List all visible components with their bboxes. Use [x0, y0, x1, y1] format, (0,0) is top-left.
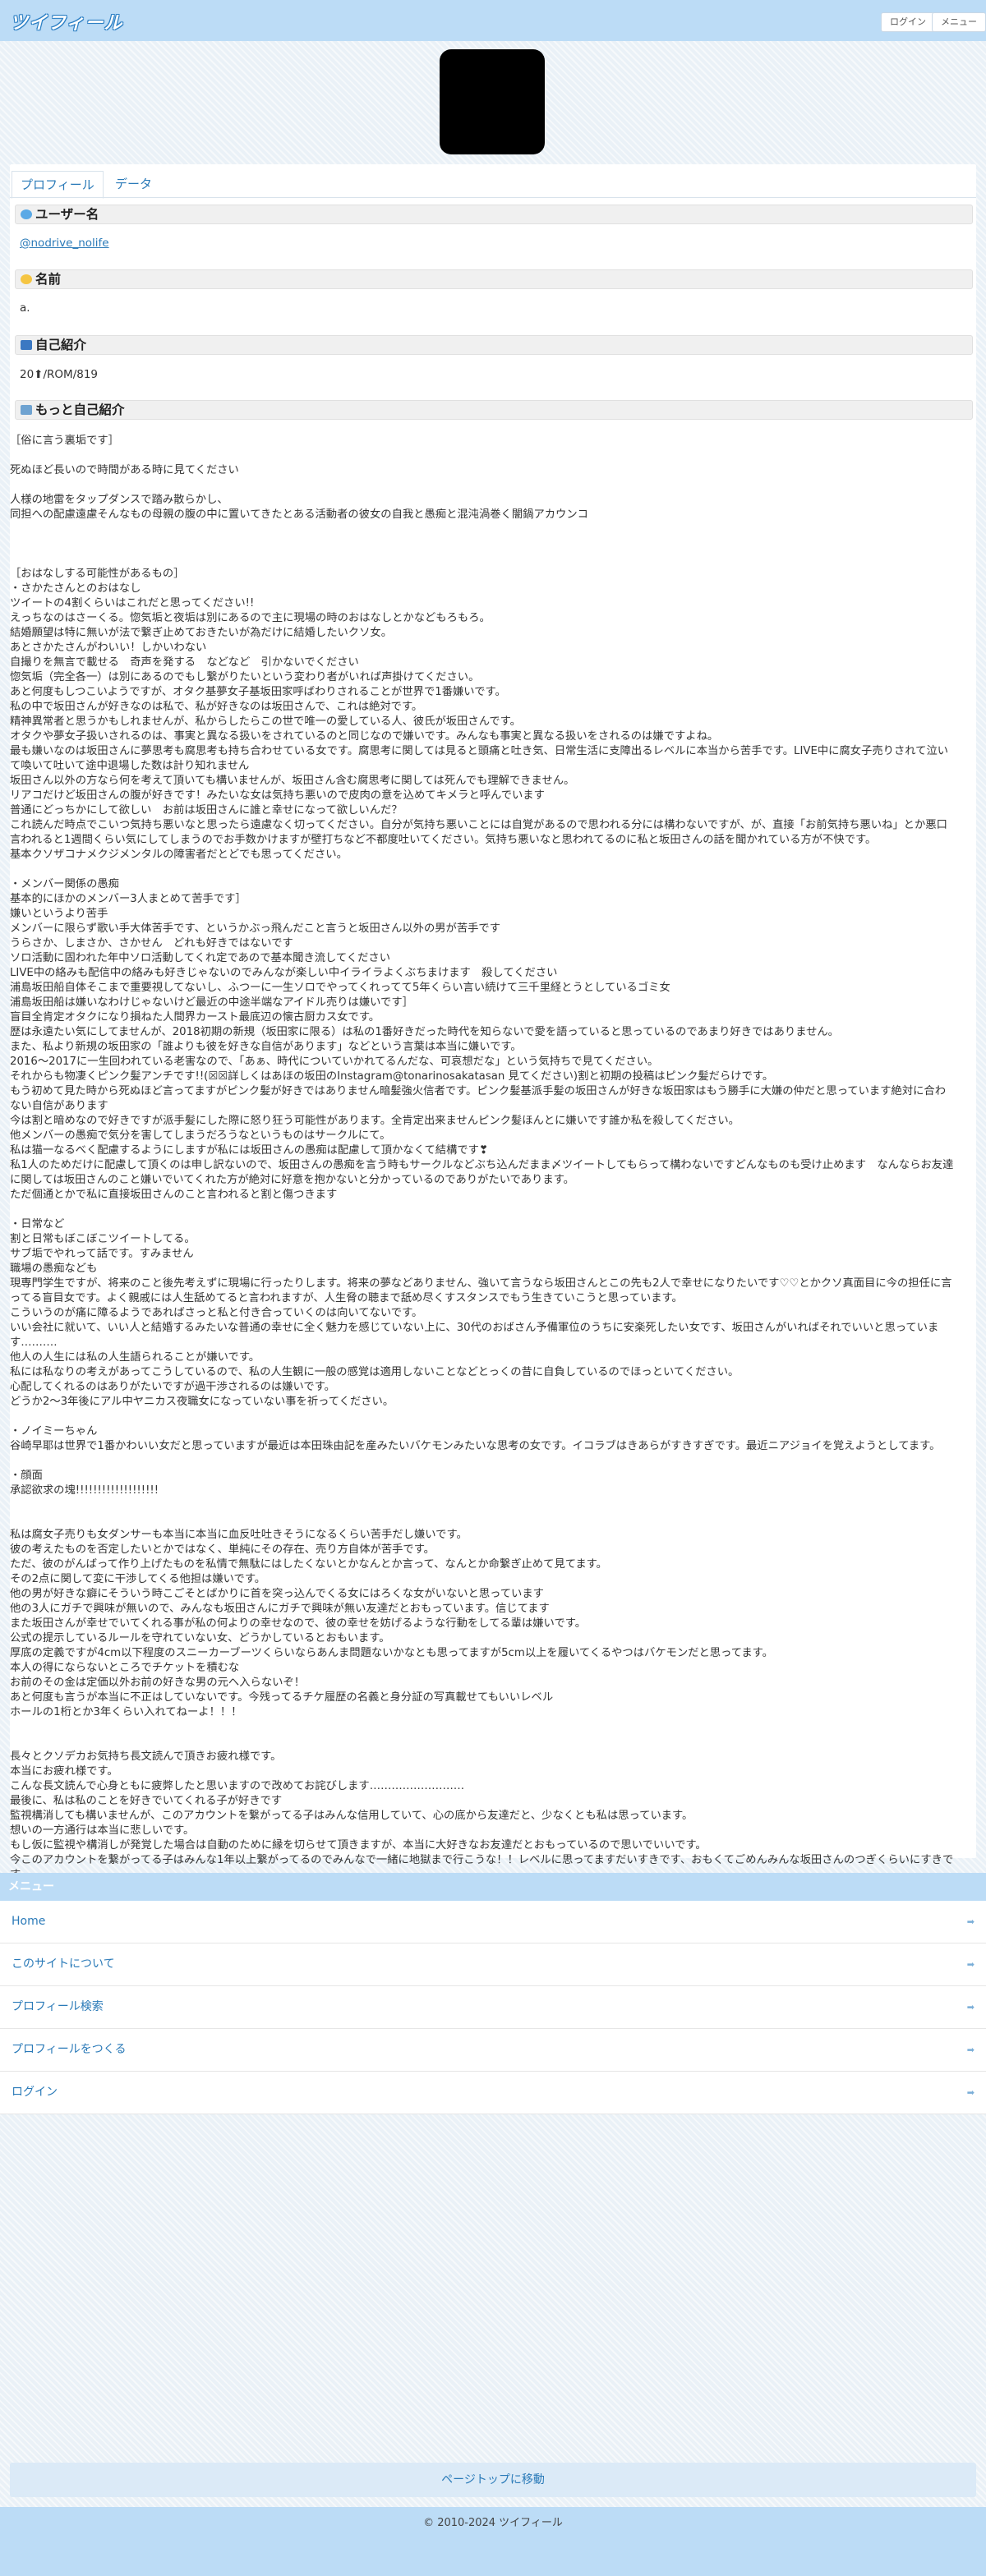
menu-item-search[interactable]: プロフィール検索 ➡	[0, 1986, 986, 2029]
page-top-button[interactable]: ページトップに移動	[10, 2463, 976, 2497]
avatar	[440, 49, 545, 154]
menu-item-login[interactable]: ログイン ➡	[0, 2072, 986, 2114]
name-value: a.	[20, 301, 30, 315]
arrow-right-icon: ➡	[966, 2002, 974, 2012]
arrow-right-icon: ➡	[966, 2087, 974, 2098]
arrow-right-icon: ➡	[966, 1959, 974, 1970]
more-intro-text: ［俗に言う裏垢です］ 死ぬほど長いので時間がある時に見てください 人様の地雷をタ…	[10, 435, 954, 1881]
username-link[interactable]: @nodrive_nolife	[20, 237, 109, 250]
section-name-title: 名前	[35, 272, 62, 287]
site-menu: Home ➡ このサイトについて ➡ プロフィール検索 ➡ プロフィールをつくる ➡ ロ…	[0, 1901, 986, 2114]
menu-item-label: プロフィールをつくる	[12, 2043, 127, 2056]
menu-item-create-profile[interactable]: プロフィールをつくる ➡	[0, 2029, 986, 2072]
login-button[interactable]: ログイン	[881, 12, 935, 32]
footer-copyright: © 2010-2024 ツイフィール	[0, 2507, 986, 2576]
arrow-right-icon: ➡	[966, 1916, 974, 1927]
top-header: ツイフィール ログイン メニュー	[0, 0, 986, 41]
section-bio: 自己紹介	[15, 335, 973, 355]
menu-item-home[interactable]: Home ➡	[0, 1901, 986, 1944]
section-username: ユーザー名	[15, 205, 973, 224]
tab-data[interactable]: データ	[107, 171, 160, 197]
tab-divider	[10, 197, 976, 198]
menu-item-label: プロフィール検索	[12, 2000, 104, 2013]
menu-button[interactable]: メニュー	[932, 12, 986, 32]
menu-item-label: ログイン	[12, 2086, 58, 2099]
section-username-title: ユーザー名	[35, 207, 99, 222]
menu-item-about[interactable]: このサイトについて ➡	[0, 1944, 986, 1986]
section-more-bio: もっと自己紹介	[15, 400, 973, 420]
section-bio-title: 自己紹介	[35, 338, 87, 352]
notebook-icon	[21, 340, 32, 350]
bio-value: 20⬆/ROM/819	[20, 368, 99, 381]
tab-profile[interactable]: プロフィール	[12, 171, 104, 199]
menu-item-label: このサイトについて	[12, 1957, 115, 1971]
arrow-right-icon: ➡	[966, 2045, 974, 2055]
section-more-bio-title: もっと自己紹介	[35, 402, 125, 417]
section-name: 名前	[15, 269, 973, 289]
site-logo[interactable]: ツイフィール	[10, 8, 123, 34]
menu-item-label: Home	[12, 1915, 46, 1928]
menu-heading: メニュー	[0, 1873, 986, 1901]
speech-bubble-icon	[21, 209, 32, 219]
tab-bar: プロフィール データ	[10, 164, 976, 199]
open-book-icon	[21, 405, 32, 415]
smiley-icon	[21, 274, 32, 284]
username-value: @nodrive_nolife	[20, 237, 109, 250]
